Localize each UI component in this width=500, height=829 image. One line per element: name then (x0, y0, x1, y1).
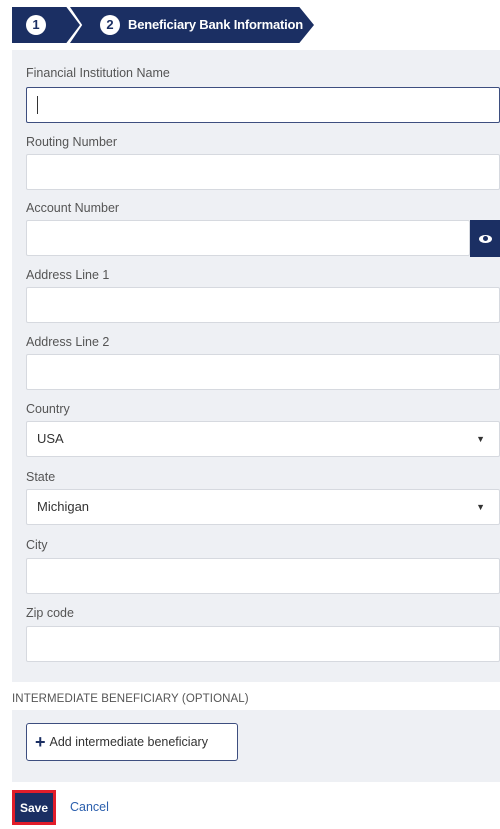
routing-number-input[interactable] (26, 154, 500, 190)
city-label: City (26, 538, 48, 552)
add-intermediate-beneficiary-button[interactable]: + Add intermediate beneficiary (26, 723, 238, 761)
address-line-1-input[interactable] (26, 287, 500, 323)
address-line-2-label: Address Line 2 (26, 335, 110, 349)
step-2-number: 2 (100, 15, 120, 35)
zip-code-input[interactable] (26, 626, 500, 662)
step-2-title: Beneficiary Bank Information (128, 17, 303, 32)
step-1-number: 1 (26, 15, 46, 35)
country-selected-value: USA (37, 431, 64, 446)
zip-code-label: Zip code (26, 606, 74, 620)
save-button[interactable]: Save (12, 790, 56, 825)
bank-info-form: Financial Institution Name Routing Numbe… (12, 50, 500, 682)
step-1[interactable]: 1 (12, 7, 80, 43)
city-input[interactable] (26, 558, 500, 594)
plus-icon: + (35, 732, 46, 752)
show-account-number-button[interactable] (470, 220, 500, 257)
text-cursor (37, 96, 38, 114)
intermediate-beneficiary-heading: INTERMEDIATE BENEFICIARY (OPTIONAL) (12, 693, 249, 705)
financial-institution-label: Financial Institution Name (26, 66, 170, 80)
eye-icon (478, 234, 492, 243)
state-selected-value: Michigan (37, 499, 90, 514)
caret-down-icon: ▼ (476, 434, 485, 444)
step-2[interactable]: 2 Beneficiary Bank Information (70, 7, 314, 43)
cancel-link[interactable]: Cancel (70, 800, 109, 814)
state-label: State (26, 470, 56, 484)
intermediate-beneficiary-panel: + Add intermediate beneficiary (12, 710, 500, 782)
caret-down-icon: ▼ (476, 502, 485, 512)
financial-institution-input[interactable] (26, 87, 500, 123)
country-select[interactable]: USA ▼ (26, 421, 500, 457)
address-line-1-label: Address Line 1 (26, 268, 110, 282)
routing-number-label: Routing Number (26, 135, 118, 149)
account-number-label: Account Number (26, 201, 120, 215)
address-line-2-input[interactable] (26, 354, 500, 390)
step-progress: 1 2 Beneficiary Bank Information (12, 7, 314, 43)
state-select[interactable]: Michigan ▼ (26, 489, 500, 525)
account-number-input[interactable] (26, 220, 470, 256)
add-intermediate-beneficiary-label: Add intermediate beneficiary (49, 735, 208, 749)
country-label: Country (26, 402, 70, 416)
